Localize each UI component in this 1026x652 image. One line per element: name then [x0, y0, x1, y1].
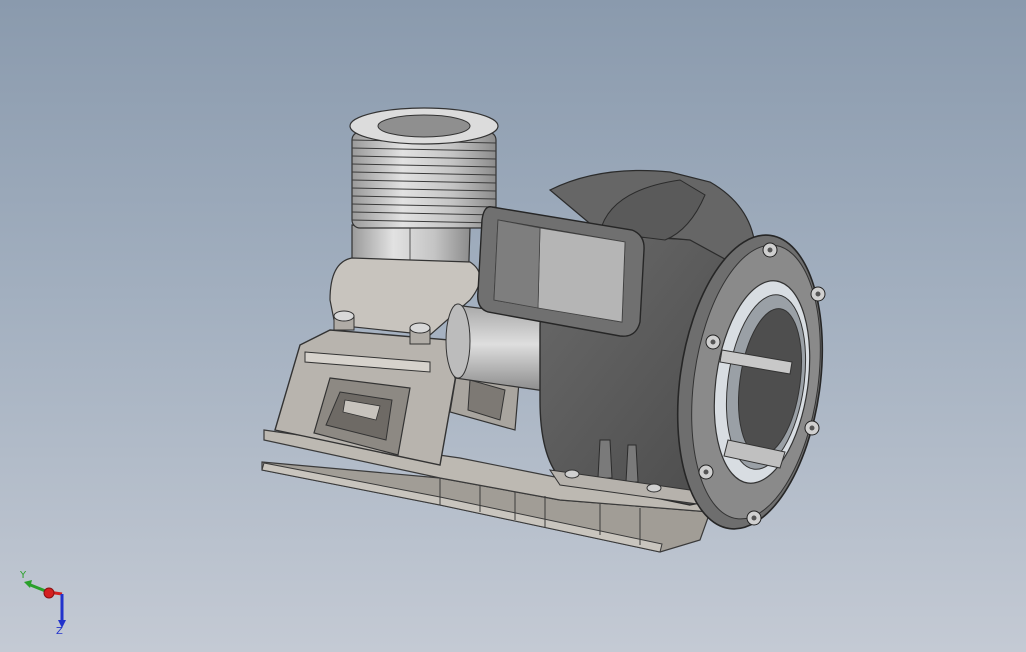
graphics-viewport[interactable]: Y Z: [0, 0, 1026, 652]
x-axis-dot: [43, 587, 55, 599]
cad-model-pump-assembly[interactable]: [0, 0, 1026, 652]
finned-cylinder: [349, 107, 499, 229]
orientation-triad: Y Z: [19, 570, 66, 636]
y-axis-label: Y: [19, 570, 27, 581]
z-axis-label: Z: [56, 626, 63, 636]
y-axis-arrowhead: [24, 580, 32, 588]
